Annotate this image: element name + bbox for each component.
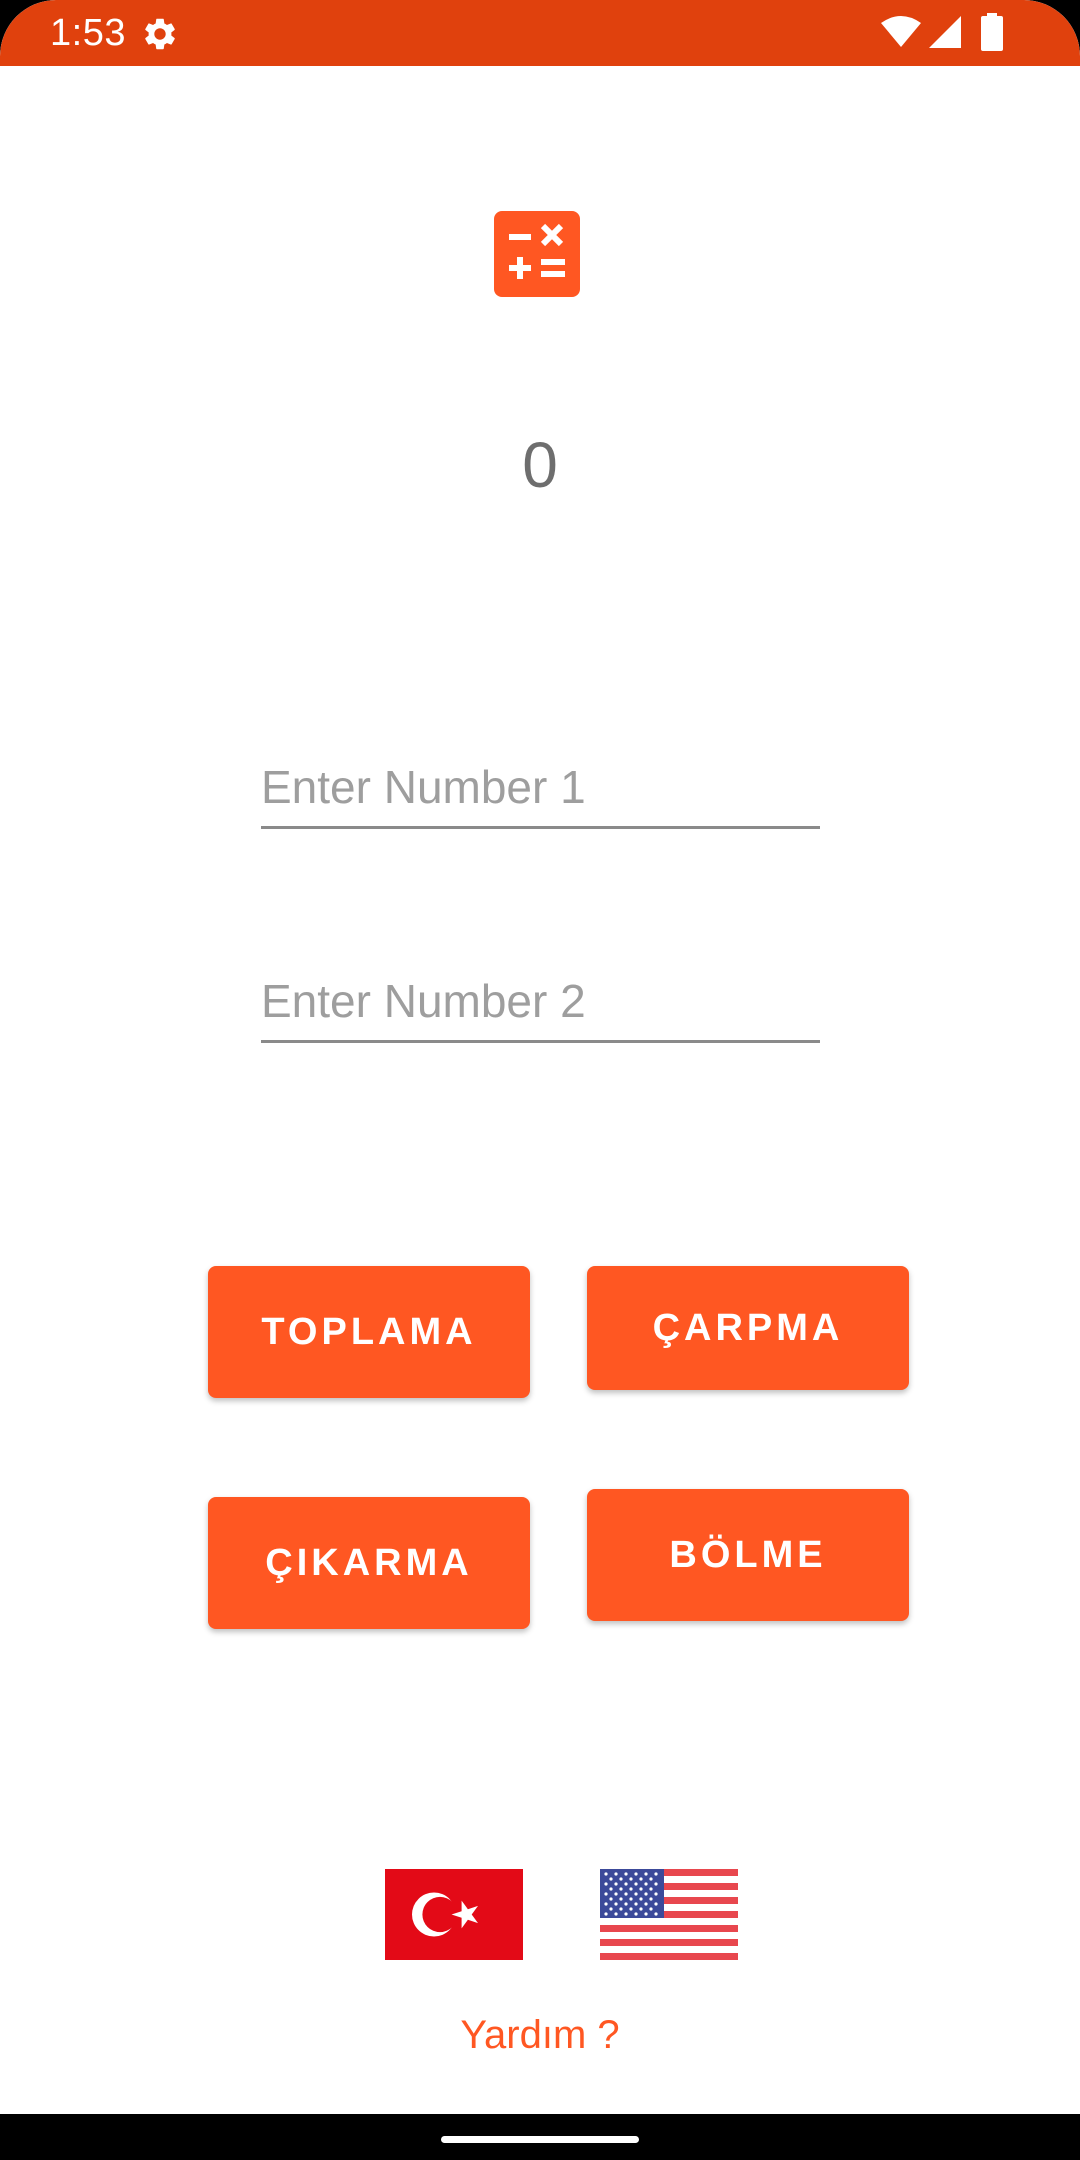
number1-input[interactable] (261, 756, 820, 818)
home-gesture-handle[interactable] (441, 2136, 639, 2143)
number2-field[interactable] (261, 970, 820, 1043)
multiply-button-label: ÇARPMA (652, 1306, 844, 1349)
status-time: 1:53 (50, 12, 126, 54)
help-link[interactable]: Yardım ? (340, 2010, 740, 2060)
status-bar: 1:53 (0, 0, 1080, 66)
number1-field[interactable] (261, 756, 820, 829)
number2-input[interactable] (261, 970, 820, 1032)
divide-button-label: BÖLME (669, 1533, 827, 1576)
multiply-button[interactable]: ÇARPMA (587, 1266, 909, 1390)
gear-icon (145, 18, 175, 50)
calculator-icon (494, 211, 580, 297)
result-display: 0 (522, 429, 558, 501)
subtract-button-label: ÇIKARMA (265, 1541, 473, 1584)
turkey-flag-icon[interactable] (385, 1869, 523, 1960)
add-button[interactable]: TOPLAMA (208, 1266, 530, 1398)
wifi-icon (881, 16, 921, 47)
app-screen: 1:53 0 TOPLAMA ÇARPMA (0, 0, 1080, 2160)
cellular-signal-icon (929, 16, 961, 48)
add-button-label: TOPLAMA (261, 1310, 477, 1353)
subtract-button[interactable]: ÇIKARMA (208, 1497, 530, 1629)
battery-icon (981, 13, 1003, 51)
divide-button[interactable]: BÖLME (587, 1489, 909, 1621)
usa-flag-icon[interactable] (600, 1869, 738, 1960)
